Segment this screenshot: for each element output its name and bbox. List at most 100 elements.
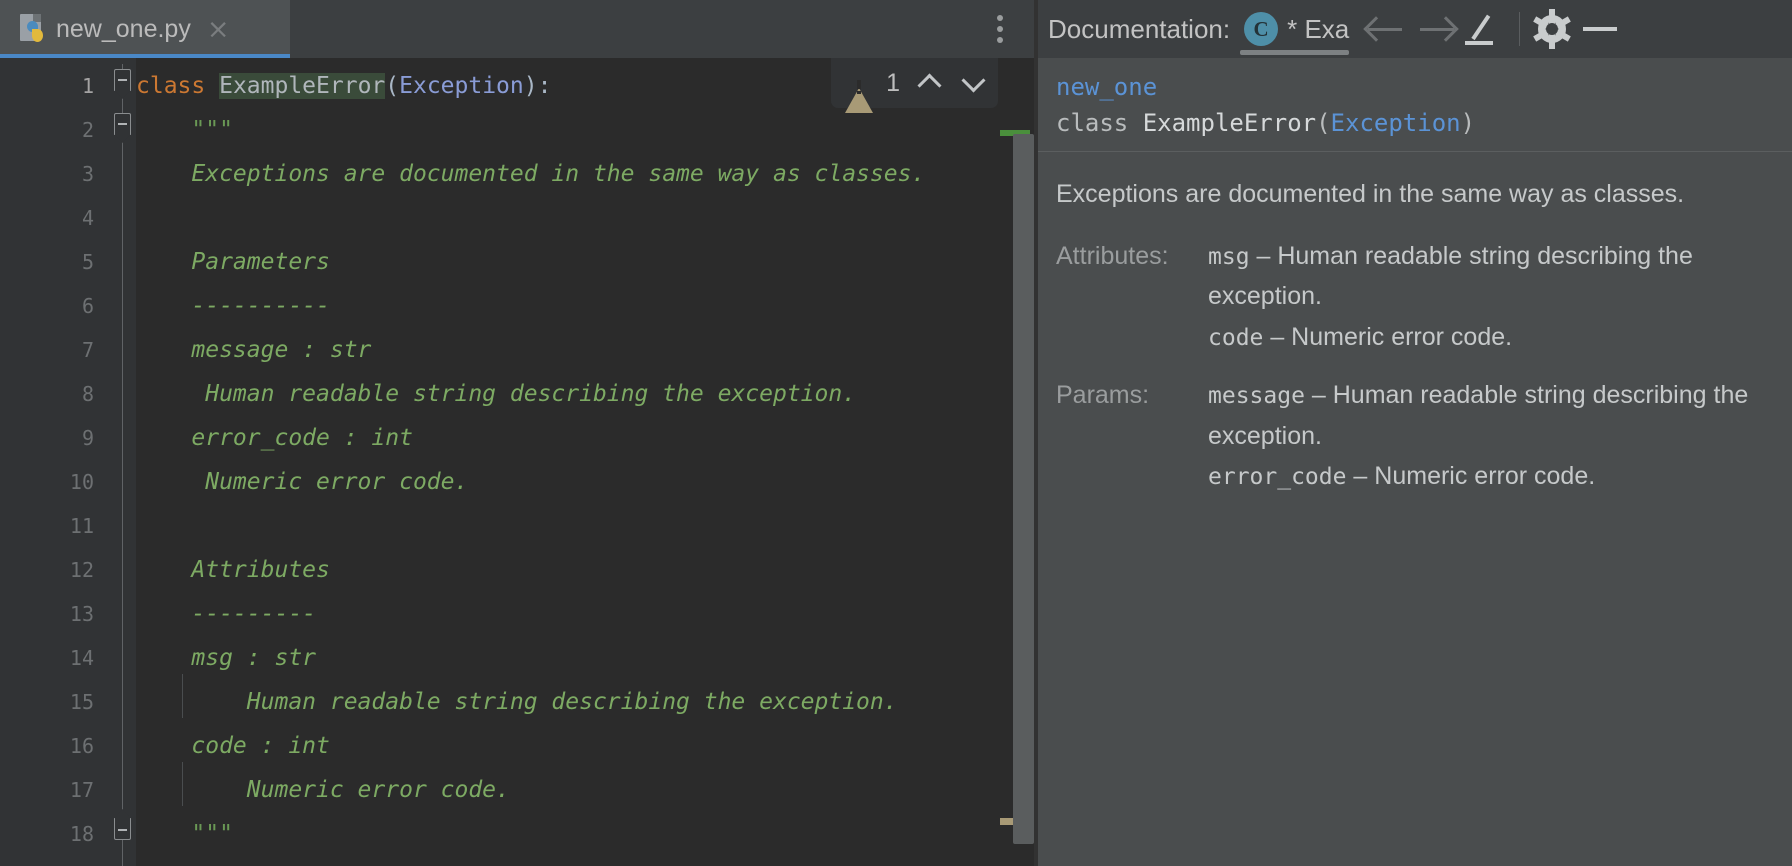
line-number: 10 <box>69 470 94 494</box>
documentation-fields: Attributes: msg – Human readable string d… <box>1056 236 1772 497</box>
documentation-title: Documentation: <box>1048 13 1231 44</box>
line-number: 12 <box>69 558 94 582</box>
signature-open-paren: ( <box>1316 109 1331 137</box>
code-line[interactable]: Attributes <box>136 548 1034 592</box>
documentation-field-entry: msg – Human readable string describing t… <box>1208 236 1772 317</box>
code-token: Numeric error code. <box>136 777 510 803</box>
signature-keyword: class <box>1056 109 1143 137</box>
editor-gutter[interactable]: 1 2 3 4 5 6 7 8 9 10 11 12 13 14 15 16 17 18 <box>0 58 110 866</box>
more-vertical-icon[interactable] <box>985 12 1015 46</box>
warning-count: 1 <box>886 68 900 97</box>
fold-marker-line-18[interactable] <box>114 809 131 840</box>
line-number: 3 <box>81 162 94 186</box>
editor-pane: new_one.py × 1 2 3 4 5 6 7 8 9 10 11 12 13 14 15 16 17 18… <box>0 0 1034 866</box>
code-token: message : str <box>136 337 372 363</box>
documentation-entry-name: code <box>1208 324 1264 351</box>
code-line[interactable]: ---------- <box>136 284 1034 328</box>
fold-region-line <box>122 64 123 866</box>
chevron-up-icon[interactable] <box>914 68 944 98</box>
code-line[interactable]: Exceptions are documented in the same wa… <box>136 152 1034 196</box>
gear-icon[interactable] <box>1530 7 1574 51</box>
documentation-entry-name: msg <box>1208 243 1250 270</box>
code-line[interactable]: code : int <box>136 724 1034 768</box>
documentation-entry-text: – Numeric error code. <box>1263 322 1513 351</box>
editor-tab-bar: new_one.py × <box>0 0 1034 58</box>
arrow-right-icon[interactable] <box>1411 9 1463 49</box>
line-number: 11 <box>69 514 94 538</box>
documentation-field-body: message – Human readable string describi… <box>1208 375 1772 497</box>
code-token: error_code : int <box>136 425 413 451</box>
line-number: 8 <box>81 382 94 406</box>
documentation-header: Documentation: C * Exa <box>1038 0 1792 58</box>
code-line[interactable]: Human readable string describing the exc… <box>136 680 1034 724</box>
arrow-left-icon[interactable] <box>1359 9 1411 49</box>
code-token: ): <box>523 73 552 99</box>
code-line[interactable]: """ <box>136 812 1034 856</box>
documentation-module-link[interactable]: new_one <box>1056 70 1792 104</box>
code-line[interactable] <box>136 504 1034 548</box>
code-token: Human readable string describing the exc… <box>136 381 857 407</box>
documentation-pane: Documentation: C * Exa new_one class Exa… <box>1038 0 1792 866</box>
documentation-field: Attributes: msg – Human readable string d… <box>1056 236 1772 358</box>
documentation-field-body: msg – Human readable string describing t… <box>1208 236 1772 358</box>
line-number: 18 <box>69 822 94 846</box>
fold-marker-line-2[interactable] <box>114 113 131 143</box>
line-number: 9 <box>81 426 94 450</box>
code-token: Numeric error code. <box>136 469 469 495</box>
code-token: """ <box>136 821 233 847</box>
documentation-tab-label: * Exa <box>1287 13 1350 44</box>
code-line[interactable]: Numeric error code. <box>136 460 1034 504</box>
fold-marker-line-1[interactable] <box>114 69 131 99</box>
class-badge-icon: C <box>1244 12 1279 46</box>
line-number: 4 <box>81 206 94 230</box>
editor-scrollbar-thumb[interactable] <box>1013 134 1034 844</box>
line-number: 17 <box>69 778 94 802</box>
documentation-entry-text: – Human readable string describing the e… <box>1208 241 1693 311</box>
documentation-field-entry: error_code – Numeric error code. <box>1208 456 1772 497</box>
error-stripe-scrollbar[interactable] <box>998 58 1034 866</box>
documentation-entry-text: – Numeric error code. <box>1346 462 1596 491</box>
line-number: 5 <box>81 250 94 274</box>
line-number: 2 <box>81 118 94 142</box>
pencil-icon[interactable] <box>1463 9 1509 49</box>
code-token: Human readable string describing the exc… <box>136 689 898 715</box>
code-token: ExampleError <box>219 73 386 99</box>
documentation-tab-example-error[interactable]: C * Exa <box>1230 0 1359 58</box>
documentation-description: Exceptions are documented in the same wa… <box>1056 180 1685 208</box>
chevron-down-icon[interactable] <box>958 68 988 98</box>
code-editor-text[interactable]: class ExampleError(Exception): """ Excep… <box>136 58 1034 866</box>
code-token: Parameters <box>136 249 330 275</box>
signature-base-class[interactable]: Exception <box>1331 109 1461 137</box>
code-token: """ <box>136 117 233 143</box>
code-line[interactable] <box>136 196 1034 240</box>
minimize-icon[interactable] <box>1574 9 1626 49</box>
code-line[interactable]: Parameters <box>136 240 1034 284</box>
line-number: 1 <box>81 74 94 98</box>
editor-tab-new-one-py[interactable]: new_one.py × <box>0 0 290 58</box>
toolbar-separator <box>1519 12 1521 46</box>
code-token: Exception <box>399 73 524 99</box>
documentation-body: Exceptions are documented in the same wa… <box>1038 153 1792 866</box>
documentation-signature-line: class ExampleError(Exception) <box>1056 104 1792 142</box>
code-line[interactable]: Numeric error code. <box>136 768 1034 812</box>
inspection-widget[interactable]: 1 <box>831 58 998 113</box>
close-icon[interactable]: × <box>207 16 230 43</box>
documentation-signature: new_one class ExampleError(Exception) <box>1038 58 1792 152</box>
code-line[interactable]: error_code : int <box>136 416 1034 460</box>
editor-tab-label: new_one.py <box>56 14 191 43</box>
documentation-field-label: Attributes: <box>1056 241 1169 270</box>
code-line[interactable]: Human readable string describing the exc… <box>136 372 1034 416</box>
code-line[interactable]: message : str <box>136 328 1034 372</box>
code-token: ( <box>385 73 400 99</box>
line-number: 15 <box>69 690 94 714</box>
python-file-icon <box>20 14 46 44</box>
documentation-entry-name: message <box>1208 383 1305 410</box>
code-line[interactable]: """ <box>136 108 1034 152</box>
code-line[interactable]: msg : str <box>136 636 1034 680</box>
code-line[interactable]: --------- <box>136 592 1034 636</box>
line-number: 16 <box>69 734 94 758</box>
signature-close-paren: ) <box>1460 109 1476 137</box>
code-token: msg : str <box>136 645 317 671</box>
code-token: class <box>136 73 220 99</box>
code-folding-column[interactable] <box>110 58 136 866</box>
